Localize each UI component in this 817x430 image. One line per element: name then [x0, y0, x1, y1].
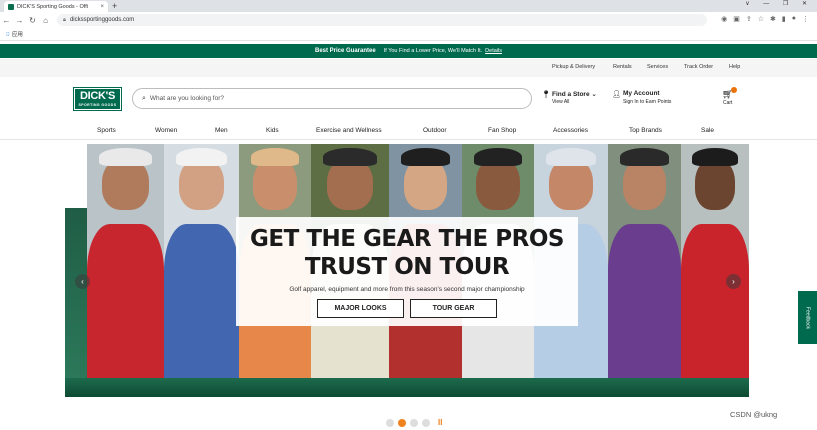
nav-item-women[interactable]: Women — [155, 127, 177, 134]
utility-bar: Pickup & Delivery Rentals Services Track… — [0, 59, 817, 77]
carousel-dot[interactable] — [410, 418, 418, 427]
bookmark-apps-label[interactable]: 应用 — [12, 30, 23, 38]
nav-item-accessories[interactable]: Accessories — [553, 127, 588, 134]
carousel-dot[interactable] — [386, 418, 394, 427]
find-store-sub: View All — [552, 99, 570, 105]
search-placeholder: What are you looking for? — [149, 95, 224, 102]
hero-golfer-image — [164, 144, 239, 379]
lock-icon: 🔒︎ — [63, 16, 66, 23]
hero-subtext: Golf apparel, equipment and more from th… — [289, 286, 525, 293]
reload-icon[interactable]: ↻ — [26, 16, 39, 25]
promo-banner: Best Price Guarantee If You Find a Lower… — [0, 44, 817, 58]
tour-gear-button[interactable]: TOUR GEAR — [410, 299, 497, 318]
carousel-next-arrow[interactable]: › — [726, 274, 741, 289]
profile-icon[interactable]: ● — [792, 15, 796, 23]
promo-text: If You Find a Lower Price, We'll Match I… — [383, 48, 483, 54]
nav-item-sale[interactable]: Sale — [701, 127, 714, 134]
site-favicon-icon — [8, 3, 14, 10]
promo-title: Best Price Guarantee — [315, 48, 376, 54]
carousel-pause-icon[interactable]: II — [438, 418, 442, 427]
user-icon: 👤︎ — [612, 91, 621, 98]
utility-link-track-order[interactable]: Track Order — [684, 64, 713, 70]
nav-item-top-brands[interactable]: Top Brands — [629, 127, 662, 134]
nav-item-sports[interactable]: Sports — [97, 127, 116, 134]
home-icon[interactable]: ⌂ — [39, 16, 52, 25]
search-icon: ⌕ — [142, 94, 146, 102]
hero-headline: GET THE GEAR THE PROS TRUST ON TOUR — [250, 226, 564, 280]
hero-left-strip — [65, 208, 87, 397]
category-nav: Sports Women Men Kids Exercise and Welln… — [0, 122, 817, 140]
nav-item-men[interactable]: Men — [215, 127, 228, 134]
carousel-prev-arrow[interactable]: ‹ — [75, 274, 90, 289]
promo-details-link[interactable]: Details — [485, 48, 502, 54]
account-title: My Account — [623, 90, 660, 97]
hero-golfer-image — [608, 144, 681, 379]
feedback-tab[interactable]: Feedback — [798, 291, 817, 344]
cart-badge — [731, 87, 737, 93]
account-sub: Sign In to Earn Points — [623, 99, 672, 105]
tab-title: DICK'S Sporting Goods - Offi — [17, 3, 88, 10]
url-bar[interactable]: 🔒︎ dickssportinggoods.com — [57, 14, 707, 26]
find-store-title: Find a Store ⌄ — [552, 91, 597, 98]
logo-subtitle: SPORTING GOODS — [78, 103, 117, 107]
major-looks-button[interactable]: MAJOR LOOKS — [317, 299, 404, 318]
search-input[interactable]: ⌕ What are you looking for? — [132, 88, 532, 109]
location-pin-icon: 📍︎ — [541, 90, 552, 99]
forward-icon[interactable]: → — [13, 16, 26, 25]
address-bar-row: ← → ↻ ⌂ 🔒︎ dickssportinggoods.com ◉ ▣ ⇪ … — [0, 12, 817, 28]
hero-golfer-image — [87, 144, 164, 379]
watermark: CSDN @ukng — [730, 410, 778, 419]
nav-item-kids[interactable]: Kids — [266, 127, 279, 134]
carousel-dots: II — [386, 418, 442, 427]
nav-item-fan-shop[interactable]: Fan Shop — [488, 127, 516, 134]
back-icon[interactable]: ← — [0, 16, 13, 25]
browser-tab-strip: DICK'S Sporting Goods - Offi × + ∨ — ❐ ✕ — [0, 0, 817, 12]
cart-button[interactable]: 🛒︎ Cart — [722, 87, 737, 106]
bookmarks-bar: ⁝⁝ 应用 — [0, 28, 817, 41]
cart-label: Cart — [722, 100, 733, 106]
utility-link-help[interactable]: Help — [729, 64, 740, 70]
carousel-dot[interactable] — [422, 418, 430, 427]
menu-dots-icon[interactable]: ⋮ — [802, 15, 809, 23]
translate-icon[interactable]: ▣ — [733, 15, 740, 23]
logo-wordmark: DICK'S — [79, 90, 116, 102]
apps-grid-icon[interactable]: ⁝⁝ — [6, 31, 10, 38]
new-tab-button[interactable]: + — [112, 1, 117, 11]
bookmark-star-icon[interactable]: ☆ — [758, 15, 764, 23]
hero-golfer-image — [681, 144, 749, 379]
nav-item-outdoor[interactable]: Outdoor — [423, 127, 447, 134]
browser-tab[interactable]: DICK'S Sporting Goods - Offi × — [4, 1, 108, 12]
share-icon[interactable]: ⇪ — [746, 15, 752, 23]
close-tab-icon[interactable]: × — [100, 4, 104, 10]
puzzle-icon[interactable]: ✱ — [770, 15, 776, 23]
extension-icon[interactable]: ◉ — [721, 15, 727, 23]
extension-icons: ◉ ▣ ⇪ ☆ ✱ ▮ ● ⋮ — [721, 15, 809, 23]
url-text: dickssportinggoods.com — [69, 17, 135, 23]
utility-link-pickup[interactable]: Pickup & Delivery — [552, 64, 595, 70]
utility-link-rentals[interactable]: Rentals — [613, 64, 632, 70]
dicks-logo[interactable]: DICK'S SPORTING GOODS — [73, 87, 122, 111]
carousel-dot-active[interactable] — [398, 418, 406, 427]
sidepanel-icon[interactable]: ▮ — [782, 15, 786, 23]
hero-green-base — [65, 378, 749, 397]
hero-text-card: GET THE GEAR THE PROS TRUST ON TOUR Golf … — [236, 217, 578, 326]
nav-item-exercise[interactable]: Exercise and Wellness — [316, 127, 382, 134]
window-controls[interactable]: ∨ — ❐ ✕ — [745, 0, 813, 7]
utility-link-services[interactable]: Services — [647, 64, 668, 70]
site-header: DICK'S SPORTING GOODS ⌕ What are you loo… — [0, 78, 817, 122]
